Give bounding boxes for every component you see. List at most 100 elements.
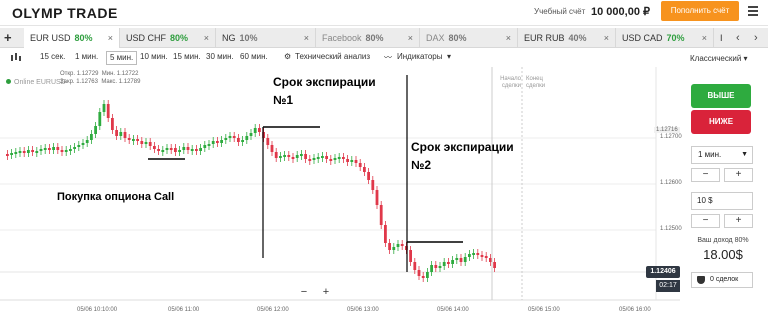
amount-minus-button[interactable]: − [691,214,720,228]
duration-plus-button[interactable]: + [724,168,753,182]
candle-body [354,160,358,163]
deal-start-label-line1: Начало [500,76,521,82]
candle-body [10,153,13,155]
amount-plus-button[interactable]: + [724,214,753,228]
candle-body [430,265,433,272]
candle-body [98,112,102,126]
candle-body [48,148,51,150]
candle-body [85,140,89,143]
candle-body [178,150,181,152]
deal-end-label: Конец сделки [526,76,545,90]
candle-body [22,151,26,153]
chart-view-select[interactable]: Классический ▾ [690,54,748,63]
shield-icon [697,276,705,284]
candle-body [199,148,202,151]
candle-body [409,250,412,262]
candle-body [493,262,496,268]
candle-body [123,132,127,138]
time-label-6: 05/06 15:00 [528,307,560,313]
deals-button[interactable]: 0 сделок [691,272,753,288]
chevron-left-icon[interactable]: ‹ [736,28,740,48]
income-value: 18.00$ [703,247,743,262]
candle-body [274,152,278,158]
candle-body [476,253,480,255]
candle-body [249,133,253,136]
candle-body [232,136,236,138]
candle-body [455,258,459,260]
candle-body [316,157,320,159]
candle-body [308,159,312,161]
candle-body [438,266,442,268]
expiry-2-number: №2 [411,158,432,172]
candle-body [321,156,324,158]
candle-body [174,148,177,152]
candle-body [69,149,72,151]
current-price-badge: 1.12406 [646,266,680,278]
candle-body [270,145,274,152]
candle-body [165,148,169,150]
candle-body [73,147,76,149]
candle-body [421,276,425,278]
candle-body [18,151,22,153]
candle-body [337,157,341,159]
zoom-out-button[interactable]: − [294,285,314,299]
zoom-in-button[interactable]: + [316,285,336,299]
deals-label: 0 сделок [710,276,739,283]
candle-body [43,148,47,150]
deal-start-label-line2: сделки [501,83,521,89]
candle-body [119,132,123,136]
candle-body [39,149,43,151]
candle-body [287,155,291,157]
candle-body [371,180,375,190]
candle-body [94,126,97,134]
candle-body [312,158,316,160]
candle-body [363,167,366,172]
expiry-2-title: Срок экспирации [411,140,514,154]
candle-body [300,154,303,156]
candle-body [211,141,215,144]
candle-body [279,156,282,158]
price-label-2: 1.12700 [660,134,682,140]
candle-body [484,256,488,258]
call-purchase-label: Покупка опциона Call [57,191,175,203]
price-label-1: 1.12716 [654,127,680,133]
candle-body [140,141,144,144]
candle-body [291,157,295,159]
price-chart[interactable] [0,0,680,325]
close-icon[interactable]: × [702,28,707,48]
candle-body [90,134,93,140]
candle-body [384,225,387,243]
candle-body [245,136,249,140]
candle-body [379,205,383,225]
down-button[interactable]: НИЖЕ [691,110,751,134]
candle-body [258,128,261,132]
candle-body [115,130,118,136]
up-button[interactable]: ВЫШЕ [691,84,751,108]
candle-body [56,147,60,150]
amount-input[interactable]: 10 $ [691,192,753,210]
candle-body [64,150,68,152]
candle-body [220,140,223,143]
duration-value: 1 мин. [698,150,722,159]
candle-body [400,244,404,246]
candle-body [190,149,194,151]
candle-body [333,158,337,160]
candle-body [182,147,186,150]
deal-end-label-line1: Конец [526,76,543,82]
candle-body [388,243,391,250]
candle-body [358,163,362,167]
candle-body [102,104,106,112]
duration-minus-button[interactable]: − [691,168,720,182]
candle-body [153,146,156,149]
caret-down-icon: ▼ [741,151,748,158]
candle-body [442,262,446,266]
chevron-right-icon[interactable]: › [754,28,758,48]
timer-badge: 02:17 [656,280,680,292]
time-label-3: 05/06 12:00 [257,307,289,313]
duration-select[interactable]: 1 мин. ▼ [691,146,753,164]
candle-body [186,147,190,150]
menu-icon[interactable] [748,6,758,16]
tab-partial[interactable]: I [714,28,730,48]
candle-body [207,144,211,146]
candle-body [216,141,219,143]
